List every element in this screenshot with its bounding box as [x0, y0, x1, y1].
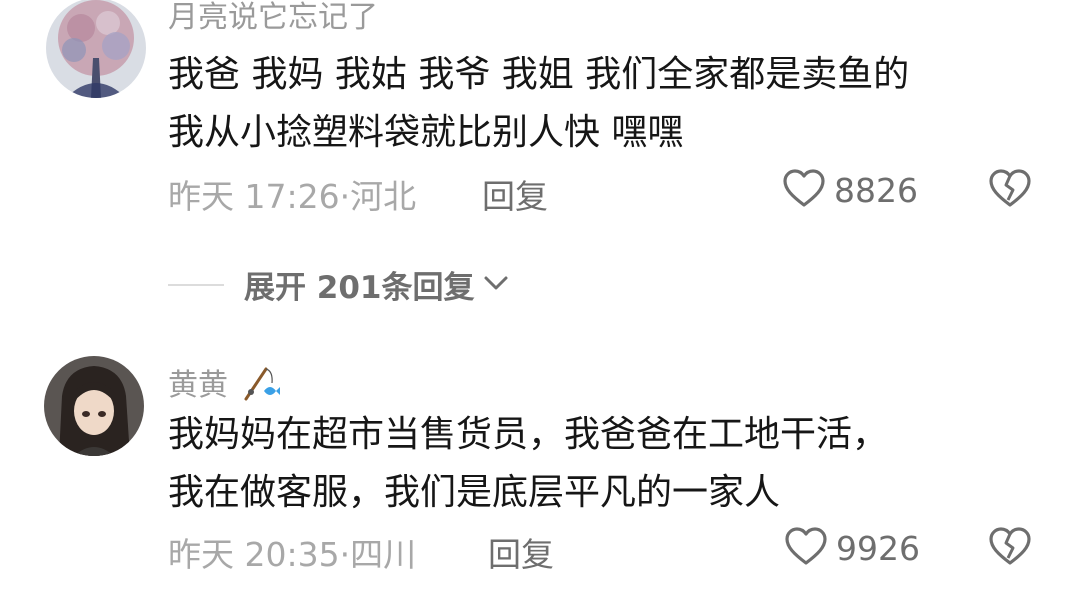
chevron-down-icon	[483, 274, 509, 296]
comment-item: 黄黄 我妈妈在超市当售货员，我爸爸在工地干活， 我在做客服，我们是底层平凡的一家…	[0, 350, 1080, 612]
divider	[168, 283, 224, 286]
comment-location: 河北	[350, 177, 417, 216]
expand-label: 展开 201条回复	[244, 270, 475, 306]
meta-separator: ·	[339, 177, 351, 216]
comment-meta: 昨天 17:26·河北	[168, 170, 416, 218]
meta-separator: ·	[339, 535, 351, 574]
reply-button[interactable]: 回复	[482, 170, 548, 218]
dislike-button[interactable]	[988, 168, 1032, 212]
username[interactable]: 月亮说它忘记了	[168, 0, 378, 36]
dislike-button[interactable]	[988, 526, 1032, 570]
comment-location: 四川	[350, 535, 417, 574]
comment-time: 昨天 20:35	[168, 535, 340, 574]
broken-heart-icon	[988, 527, 1032, 570]
comment-line: 我爸 我妈 我姑 我爷 我姐 我们全家都是卖鱼的	[168, 54, 910, 95]
comment-item: 月亮说它忘记了 我爸 我妈 我姑 我爷 我姐 我们全家都是卖鱼的 我从小捻塑料袋…	[0, 0, 1080, 240]
like-count: 9926	[836, 528, 920, 568]
reply-button[interactable]: 回复	[488, 528, 554, 576]
comment-text: 我妈妈在超市当售货员，我爸爸在工地干活， 我在做客服，我们是底层平凡的一家人	[168, 406, 888, 522]
heart-outline-icon	[782, 168, 826, 212]
comment-meta: 昨天 20:35·四川	[168, 528, 416, 576]
comment-text: 我爸 我妈 我姑 我爷 我姐 我们全家都是卖鱼的 我从小捻塑料袋就比别人快 嘿嘿	[168, 46, 909, 162]
avatar[interactable]	[46, 0, 146, 98]
username-row: 黄黄	[168, 360, 280, 411]
like-button[interactable]: 8826	[782, 168, 918, 212]
heart-outline-icon	[784, 526, 828, 570]
avatar[interactable]	[44, 356, 144, 456]
expand-replies[interactable]: 展开 201条回复	[168, 262, 509, 307]
username[interactable]: 黄黄	[168, 368, 228, 403]
like-button[interactable]: 9926	[784, 526, 920, 570]
comment-line: 我妈妈在超市当售货员，我爸爸在工地干活，	[168, 414, 889, 455]
like-count: 8826	[834, 170, 918, 210]
fishing-rod-icon	[240, 363, 280, 411]
comment-line: 我从小捻塑料袋就比别人快 嘿嘿	[168, 112, 684, 153]
comment-time: 昨天 17:26	[168, 177, 340, 216]
broken-heart-icon	[988, 169, 1032, 212]
comment-line: 我在做客服，我们是底层平凡的一家人	[168, 472, 781, 513]
